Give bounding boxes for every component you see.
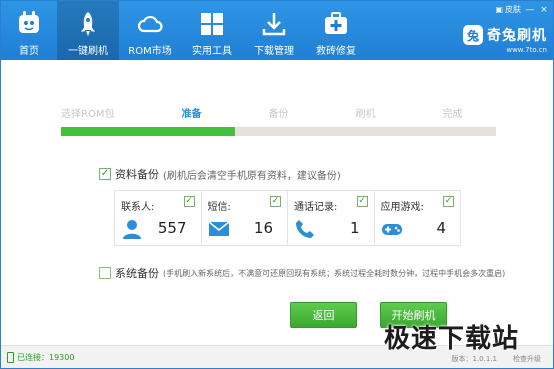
- data-backup-title: 资料备份: [115, 168, 159, 181]
- medkit-icon: [321, 9, 351, 39]
- status-right: 版本：1.0.1.1 检查升级: [452, 354, 542, 364]
- brand: 兔 奇兔刷机 www.7to.cn: [463, 25, 547, 54]
- skin-label: 皮肤: [505, 5, 521, 14]
- close-button[interactable]: ×: [539, 5, 549, 15]
- home-icon: [14, 9, 44, 39]
- progress-fill: [61, 127, 235, 136]
- brand-logo-icon: 兔: [463, 25, 483, 45]
- skin-button[interactable]: ▣ 皮肤: [495, 4, 521, 15]
- app-window: 首页 一键刷机 ROM市场 实用工具 下载管理 救砖修复 ▣ 皮肤 — × 兔 …: [0, 0, 554, 369]
- gamepad-icon: [381, 224, 402, 235]
- nav-rom-market[interactable]: ROM市场: [119, 1, 181, 60]
- call-log-checkbox[interactable]: ✓: [356, 196, 368, 207]
- stat-label: 联系人:: [121, 202, 155, 213]
- step-done: 完成: [442, 108, 463, 120]
- nav-one-click-flash[interactable]: 一键刷机: [57, 1, 119, 60]
- brand-url: www.7to.cn: [506, 46, 547, 54]
- backup-items: 联系人: ✓ 557 短信: ✓ 16 通话记录: ✓ 1 应用游戏: ✓ 4: [114, 190, 461, 246]
- system-backup-title: 系统备份: [115, 267, 159, 280]
- stat-value: 4: [436, 219, 446, 237]
- progress-bar: [61, 127, 496, 136]
- download-icon: [259, 9, 289, 39]
- nav-label: ROM市场: [128, 46, 172, 57]
- data-backup-row: ✓ 资料备份 (刷机后会清空手机原有资料，建议备份): [99, 166, 341, 182]
- nav-download-manager[interactable]: 下载管理: [243, 1, 305, 60]
- header-bar: 首页 一键刷机 ROM市场 实用工具 下载管理 救砖修复 ▣ 皮肤 — × 兔 …: [1, 1, 553, 60]
- stat-value: 557: [157, 219, 187, 237]
- step-select-rom: 选择ROM包: [61, 108, 115, 120]
- nav-label: 救砖修复: [316, 46, 356, 57]
- backup-item-sms: 短信: ✓ 16: [202, 191, 288, 245]
- backup-item-contacts: 联系人: ✓ 557: [115, 191, 202, 245]
- nav-tools[interactable]: 实用工具: [181, 1, 243, 60]
- connection-text: 已连接：19300: [17, 353, 75, 362]
- stat-value: 1: [349, 219, 360, 237]
- apps-checkbox[interactable]: ✓: [443, 196, 454, 207]
- system-backup-row: 系统备份 (手机刷入新系统后，不满意可还原回现有系统；系统过程全耗时数分钟，过程…: [99, 265, 505, 281]
- nav-rescue-repair[interactable]: 救砖修复: [305, 1, 367, 60]
- contact-icon: [123, 220, 141, 239]
- nav-home[interactable]: 首页: [1, 1, 57, 60]
- call-icon: [296, 220, 314, 238]
- system-backup-checkbox[interactable]: [99, 267, 111, 279]
- nav-label: 首页: [19, 46, 39, 57]
- shirt-icon: ▣: [495, 5, 503, 14]
- system-backup-note: (手机刷入新系统后，不满意可还原回现有系统；系统过程全耗时数分钟，过程中手机会多…: [163, 268, 506, 278]
- stat-label: 通话记录:: [294, 202, 338, 213]
- backup-item-apps: 应用游戏: ✓ 4: [375, 191, 461, 245]
- step-prepare: 准备: [181, 108, 202, 120]
- stat-label: 短信:: [207, 202, 231, 213]
- back-button[interactable]: 返回: [290, 302, 357, 328]
- site-watermark: 极速下载站: [384, 324, 520, 354]
- brand-name: 奇兔刷机: [487, 28, 547, 44]
- rocket-icon: [73, 9, 103, 39]
- window-controls: ▣ 皮肤 — ×: [495, 4, 549, 15]
- cloud-icon: [135, 9, 165, 39]
- sms-icon: [208, 221, 229, 236]
- step-flash: 刷机: [355, 108, 376, 120]
- stat-label: 应用游戏:: [380, 202, 424, 213]
- version-text: 版本：1.0.1.1: [451, 355, 498, 363]
- main-nav: 首页 一键刷机 ROM市场 实用工具 下载管理 救砖修复: [1, 1, 367, 60]
- grid-icon: [197, 9, 227, 39]
- minimize-button[interactable]: —: [525, 5, 535, 15]
- stat-value: 16: [253, 219, 273, 237]
- step-indicator: 选择ROM包 准备 备份 刷机 完成: [61, 101, 496, 137]
- connection-status: 已连接：19300: [7, 352, 74, 363]
- nav-label: 下载管理: [254, 46, 294, 57]
- check-update-link[interactable]: 检查升级: [513, 354, 541, 364]
- backup-item-call-log: 通话记录: ✓ 1: [288, 191, 375, 245]
- data-backup-note: (刷机后会清空手机原有资料，建议备份): [163, 170, 341, 182]
- data-backup-checkbox[interactable]: ✓: [99, 168, 111, 180]
- sms-checkbox[interactable]: ✓: [270, 196, 281, 207]
- contacts-checkbox[interactable]: ✓: [183, 196, 195, 207]
- phone-icon: [7, 352, 14, 363]
- nav-label: 一键刷机: [68, 46, 108, 57]
- nav-label: 实用工具: [192, 46, 232, 57]
- step-backup: 备份: [268, 108, 289, 120]
